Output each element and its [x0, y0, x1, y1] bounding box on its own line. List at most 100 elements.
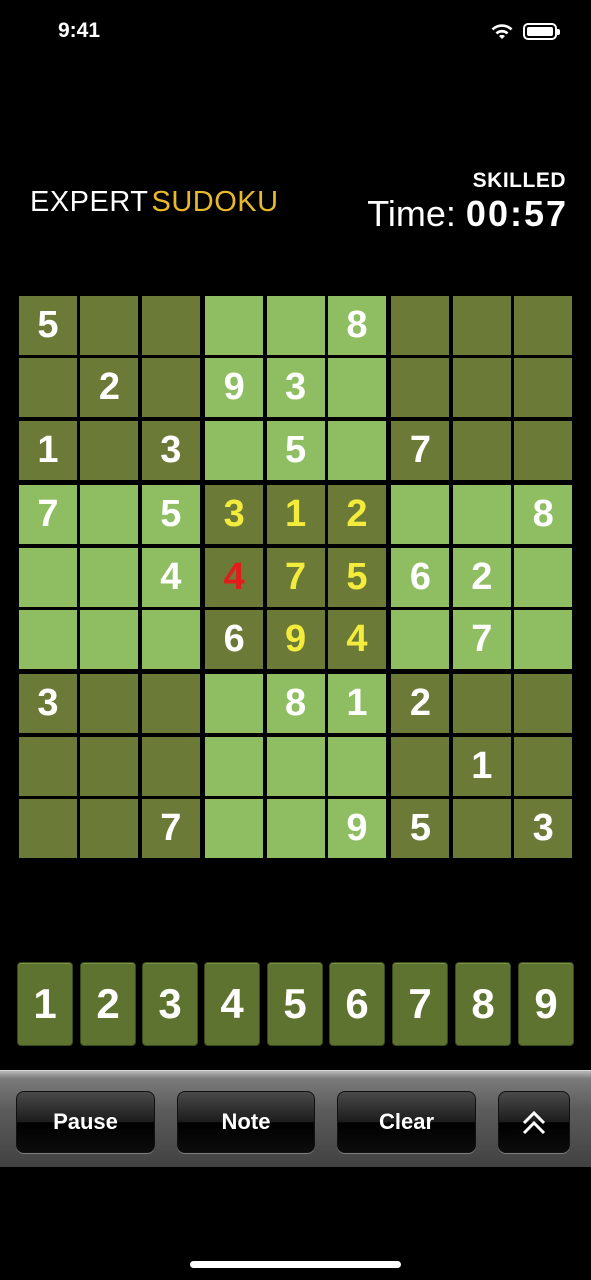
board-cell-r8c5[interactable]: [266, 736, 325, 796]
board-cell-r4c2[interactable]: [80, 485, 139, 545]
number-key-2[interactable]: 2: [80, 962, 136, 1046]
number-key-4[interactable]: 4: [204, 962, 260, 1046]
board-cell-r3c3[interactable]: 3: [141, 420, 200, 480]
board-cell-r3c2[interactable]: [80, 420, 139, 480]
board-cell-r5c5[interactable]: 7: [266, 547, 325, 607]
board-cell-r7c1[interactable]: 3: [19, 674, 77, 734]
board-cell-r5c2[interactable]: [80, 547, 139, 607]
board-cell-r3c9[interactable]: [514, 420, 573, 480]
board-cell-r7c5[interactable]: 8: [266, 674, 325, 734]
board-cell-r7c7[interactable]: 2: [391, 674, 450, 734]
board-cell-r8c6[interactable]: [328, 736, 386, 796]
board-cell-r1c5[interactable]: [266, 296, 325, 355]
board-cell-r1c8[interactable]: [452, 296, 511, 355]
board-cell-r1c4[interactable]: [205, 296, 264, 355]
board-cell-r9c8[interactable]: [452, 799, 511, 859]
number-key-1[interactable]: 1: [17, 962, 73, 1046]
board-cell-r8c7[interactable]: [391, 736, 450, 796]
number-key-9[interactable]: 9: [518, 962, 574, 1046]
board-cell-r8c2[interactable]: [80, 736, 139, 796]
board-cell-r2c5[interactable]: 3: [266, 358, 325, 418]
board-cell-r7c2[interactable]: [80, 674, 139, 734]
board-cell-r2c4[interactable]: 9: [205, 358, 264, 418]
board-cell-r9c6[interactable]: 9: [328, 799, 386, 859]
board-cell-r4c4[interactable]: 3: [205, 485, 264, 545]
number-key-7[interactable]: 7: [392, 962, 448, 1046]
board-cell-r8c1[interactable]: [19, 736, 77, 796]
board-cell-r5c1[interactable]: [19, 547, 77, 607]
board-cell-r5c6[interactable]: 5: [328, 547, 386, 607]
board-cell-r9c1[interactable]: [19, 799, 77, 859]
board-cell-r6c2[interactable]: [80, 610, 139, 669]
board-cell-r7c4[interactable]: [205, 674, 264, 734]
number-key-3[interactable]: 3: [142, 962, 198, 1046]
board-cell-r4c7[interactable]: [391, 485, 450, 545]
board-cell-r5c9[interactable]: [514, 547, 573, 607]
more-button[interactable]: [498, 1091, 570, 1153]
board-cell-r9c3[interactable]: 7: [141, 799, 200, 859]
pause-button[interactable]: Pause: [16, 1091, 155, 1153]
board-cell-r5c8[interactable]: 2: [452, 547, 511, 607]
board-cell-r6c7[interactable]: [391, 610, 450, 669]
clear-button[interactable]: Clear: [337, 1091, 476, 1153]
board-cell-r1c7[interactable]: [391, 296, 450, 355]
board-cell-r6c1[interactable]: [19, 610, 77, 669]
board-cell-r2c8[interactable]: [452, 358, 511, 418]
note-button[interactable]: Note: [177, 1091, 315, 1153]
board-cell-r2c9[interactable]: [514, 358, 573, 418]
board-cell-r6c3[interactable]: [141, 610, 200, 669]
battery-icon: [523, 23, 560, 40]
board-cell-r7c6[interactable]: 1: [328, 674, 386, 734]
board-cell-r4c5[interactable]: 1: [266, 485, 325, 545]
board-cell-r2c2[interactable]: 2: [80, 358, 139, 418]
board-cell-r5c7[interactable]: 6: [391, 547, 450, 607]
board-cell-r6c8[interactable]: 7: [452, 610, 511, 669]
board-cell-r8c4[interactable]: [205, 736, 264, 796]
board-cell-r2c7[interactable]: [391, 358, 450, 418]
board-cell-r3c8[interactable]: [452, 420, 511, 480]
board-cell-r8c8[interactable]: 1: [452, 736, 511, 796]
board-cell-r3c7[interactable]: 7: [391, 420, 450, 480]
board-cell-r4c6[interactable]: 2: [328, 485, 386, 545]
board-cell-r5c4[interactable]: 4: [205, 547, 264, 607]
logo-word-expert: EXPERT: [30, 186, 149, 218]
timer-value: 00:57: [465, 193, 568, 234]
board-cell-r5c3[interactable]: 4: [141, 547, 200, 607]
board-cell-r7c8[interactable]: [452, 674, 511, 734]
board-cell-r9c2[interactable]: [80, 799, 139, 859]
board-cell-r1c6[interactable]: 8: [328, 296, 386, 355]
board-cell-r6c5[interactable]: 9: [266, 610, 325, 669]
board-cell-r1c9[interactable]: [514, 296, 573, 355]
number-key-8[interactable]: 8: [455, 962, 511, 1046]
board-cell-r9c7[interactable]: 5: [391, 799, 450, 859]
board-cell-r3c6[interactable]: [328, 420, 386, 480]
board-cell-r1c1[interactable]: 5: [19, 296, 77, 355]
timer-label: Time:: [367, 193, 456, 234]
board-cell-r1c2[interactable]: [80, 296, 139, 355]
logo-word-sudoku: SUDOKU: [151, 186, 279, 218]
board-cell-r1c3[interactable]: [141, 296, 200, 355]
board-cell-r4c9[interactable]: 8: [514, 485, 573, 545]
board-cell-r6c6[interactable]: 4: [328, 610, 386, 669]
board-cell-r7c3[interactable]: [141, 674, 200, 734]
board-cell-r8c9[interactable]: [514, 736, 573, 796]
board-cell-r6c9[interactable]: [514, 610, 573, 669]
number-key-6[interactable]: 6: [329, 962, 385, 1046]
board-cell-r8c3[interactable]: [141, 736, 200, 796]
board-cell-r4c1[interactable]: 7: [19, 485, 77, 545]
number-key-5[interactable]: 5: [267, 962, 323, 1046]
board-cell-r3c5[interactable]: 5: [266, 420, 325, 480]
board-cell-r9c4[interactable]: [205, 799, 264, 859]
board-cell-r9c5[interactable]: [266, 799, 325, 859]
wifi-icon: [491, 24, 513, 39]
board-cell-r4c3[interactable]: 5: [141, 485, 200, 545]
board-cell-r2c3[interactable]: [141, 358, 200, 418]
board-cell-r2c6[interactable]: [328, 358, 386, 418]
board-cell-r7c9[interactable]: [514, 674, 573, 734]
board-cell-r3c4[interactable]: [205, 420, 264, 480]
board-cell-r6c4[interactable]: 6: [205, 610, 264, 669]
board-cell-r4c8[interactable]: [452, 485, 511, 545]
board-cell-r9c9[interactable]: 3: [514, 799, 573, 859]
board-cell-r3c1[interactable]: 1: [19, 420, 77, 480]
board-cell-r2c1[interactable]: [19, 358, 77, 418]
